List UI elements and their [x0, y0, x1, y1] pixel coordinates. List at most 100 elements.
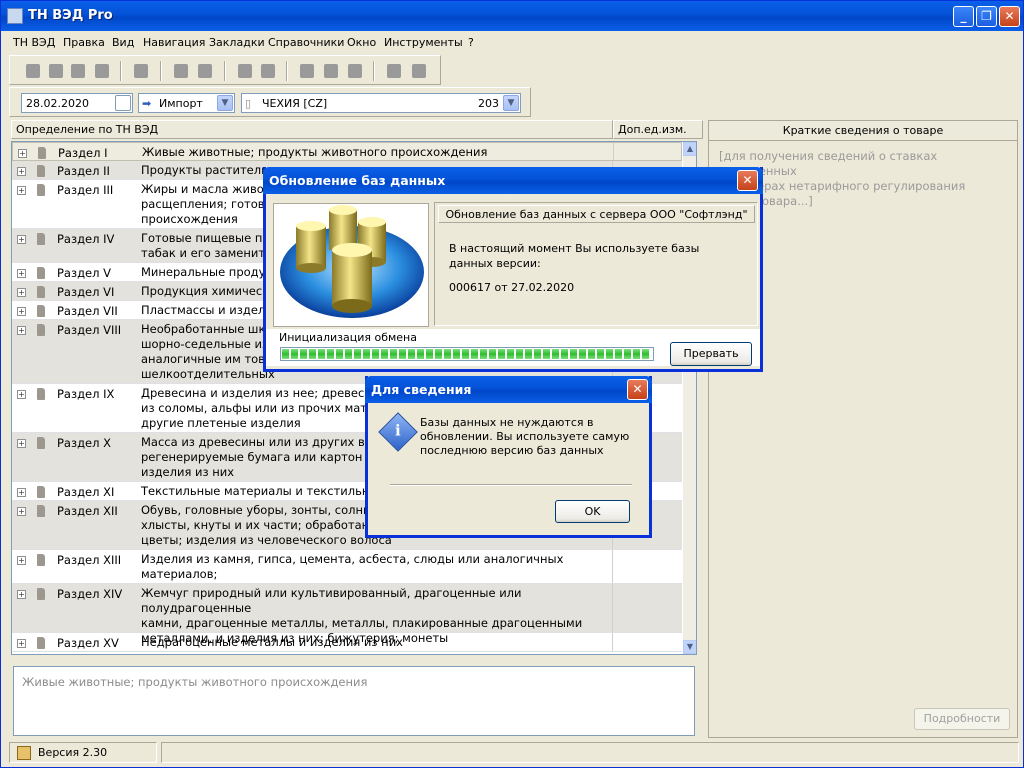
- table-row[interactable]: + Раздел I Живые животные; продукты животн…: [12, 142, 682, 161]
- close-icon[interactable]: ✕: [737, 170, 758, 191]
- progress-segment: [336, 349, 343, 359]
- info-dialog: Для сведения ✕ i Базы данных не нуждаютс…: [365, 376, 652, 538]
- scroll-up-icon[interactable]: ▲: [683, 142, 696, 156]
- section-label: Раздел IX: [57, 387, 115, 401]
- progress-segment: [417, 349, 424, 359]
- progress-segment: [552, 349, 559, 359]
- date-field[interactable]: 28.02.2020: [21, 93, 133, 113]
- menu-tnved[interactable]: ТН ВЭД: [13, 36, 55, 49]
- version-text: Версия 2.30: [38, 746, 108, 759]
- details-button[interactable]: Подробности: [914, 708, 1010, 730]
- toolbar-separator: [224, 61, 226, 81]
- progress-segment: [606, 349, 613, 359]
- book-icon: [37, 324, 45, 336]
- expand-icon[interactable]: +: [17, 307, 26, 316]
- close-icon[interactable]: ✕: [627, 379, 648, 400]
- scroll-down-icon[interactable]: ▼: [683, 640, 696, 654]
- progress-segment: [462, 349, 469, 359]
- expand-icon[interactable]: +: [17, 507, 26, 516]
- expand-icon[interactable]: +: [17, 390, 26, 399]
- progress-segment: [408, 349, 415, 359]
- expand-icon[interactable]: +: [17, 590, 26, 599]
- menu-tools[interactable]: Инструменты: [384, 36, 463, 49]
- calendar-icon[interactable]: [115, 95, 131, 111]
- country-code: 203: [478, 97, 499, 110]
- section-label: Раздел VIII: [57, 323, 122, 337]
- section-definition: Недрагоценные металлы и изделия из них: [141, 635, 403, 649]
- expand-icon[interactable]: +: [17, 326, 26, 335]
- update-current-version-label: В настоящий момент Вы используете базы д…: [449, 242, 700, 270]
- chevron-down-icon[interactable]: ▼: [217, 95, 233, 111]
- table-row[interactable]: + Раздел XIV Жемчуг природный или культиви…: [12, 584, 682, 645]
- progress-segment: [327, 349, 334, 359]
- progress-segment: [444, 349, 451, 359]
- filter-bar: 28.02.2020 ➡ Импорт ▼ ▯ ЧЕХИЯ [CZ] 203 ▼: [9, 87, 531, 117]
- section-definition: Живые животные; продукты животного проис…: [142, 145, 488, 159]
- cloud-edit-icon[interactable]: [261, 64, 275, 78]
- column-divider: [612, 633, 613, 651]
- book-icon: [37, 486, 45, 498]
- progress-segment: [309, 349, 316, 359]
- progress-segment: [345, 349, 352, 359]
- menu-bookmarks[interactable]: Закладки: [209, 36, 265, 49]
- column-header-unit[interactable]: Доп.ед.изм.: [613, 120, 703, 139]
- comment-icon[interactable]: [300, 64, 314, 78]
- menu-view[interactable]: Вид: [112, 36, 134, 49]
- expand-icon[interactable]: +: [17, 235, 26, 244]
- table-row[interactable]: + Раздел XIII Изделия из камня, гипса, цем…: [12, 550, 682, 596]
- document-icon: ▯: [245, 97, 252, 110]
- update-status-label: Инициализация обмена: [279, 331, 417, 344]
- column-divider: [613, 143, 614, 160]
- toolbar-separator: [286, 61, 288, 81]
- note-icon[interactable]: [95, 64, 109, 78]
- new-icon[interactable]: [26, 64, 40, 78]
- menu-navigation[interactable]: Навигация: [143, 36, 205, 49]
- description-box[interactable]: Живые животные; продукты животного проис…: [13, 666, 695, 736]
- direction-select[interactable]: ➡ Импорт ▼: [138, 93, 235, 113]
- expand-icon[interactable]: +: [17, 167, 26, 176]
- expand-icon[interactable]: +: [17, 556, 26, 565]
- column-divider: [612, 550, 613, 583]
- expand-icon[interactable]: +: [17, 269, 26, 278]
- chevron-down-icon[interactable]: ▼: [503, 95, 519, 111]
- menu-window[interactable]: Окно: [347, 36, 376, 49]
- calculator-icon[interactable]: [412, 64, 426, 78]
- ok-button[interactable]: OK: [555, 500, 630, 523]
- menu-references[interactable]: Справочники: [268, 36, 344, 49]
- refresh-icon[interactable]: [49, 64, 63, 78]
- comment-edit-icon[interactable]: [324, 64, 338, 78]
- add-icon[interactable]: [71, 64, 85, 78]
- menu-edit[interactable]: Правка: [63, 36, 105, 49]
- abort-button[interactable]: Прервать: [670, 342, 752, 366]
- progress-segment: [291, 349, 298, 359]
- section-label: Раздел XI: [57, 485, 115, 499]
- info-dialog-title: Для сведения: [371, 382, 472, 397]
- menu-help[interactable]: ?: [468, 36, 474, 49]
- shield-icon[interactable]: [348, 64, 362, 78]
- expand-icon[interactable]: +: [17, 639, 26, 648]
- maximize-button[interactable]: ❐: [976, 6, 997, 27]
- direction-value: Импорт: [159, 97, 203, 110]
- expand-icon[interactable]: +: [17, 288, 26, 297]
- section-label: Раздел I: [58, 146, 108, 160]
- table-row[interactable]: + Раздел XV Недрагоценные металлы и издели…: [12, 633, 682, 652]
- expand-icon[interactable]: +: [17, 186, 26, 195]
- section-label: Раздел VII: [57, 304, 118, 318]
- cloud-icon[interactable]: [238, 64, 252, 78]
- flag-icon[interactable]: [387, 64, 401, 78]
- folder-icon[interactable]: [198, 64, 212, 78]
- expand-icon[interactable]: +: [17, 488, 26, 497]
- close-button[interactable]: ✕: [999, 6, 1020, 27]
- minimize-button[interactable]: _: [953, 6, 974, 27]
- tree-icon[interactable]: [174, 64, 188, 78]
- country-value: ЧЕХИЯ [CZ]: [262, 97, 328, 110]
- expand-icon[interactable]: +: [18, 149, 27, 158]
- binoculars-icon[interactable]: [134, 64, 148, 78]
- progress-segment: [453, 349, 460, 359]
- progress-segment: [633, 349, 640, 359]
- section-label: Раздел V: [57, 266, 111, 280]
- divider: [390, 484, 632, 486]
- country-select[interactable]: ▯ ЧЕХИЯ [CZ] 203 ▼: [241, 93, 521, 113]
- expand-icon[interactable]: +: [17, 439, 26, 448]
- column-header-definition[interactable]: Определение по ТН ВЭД: [11, 120, 613, 139]
